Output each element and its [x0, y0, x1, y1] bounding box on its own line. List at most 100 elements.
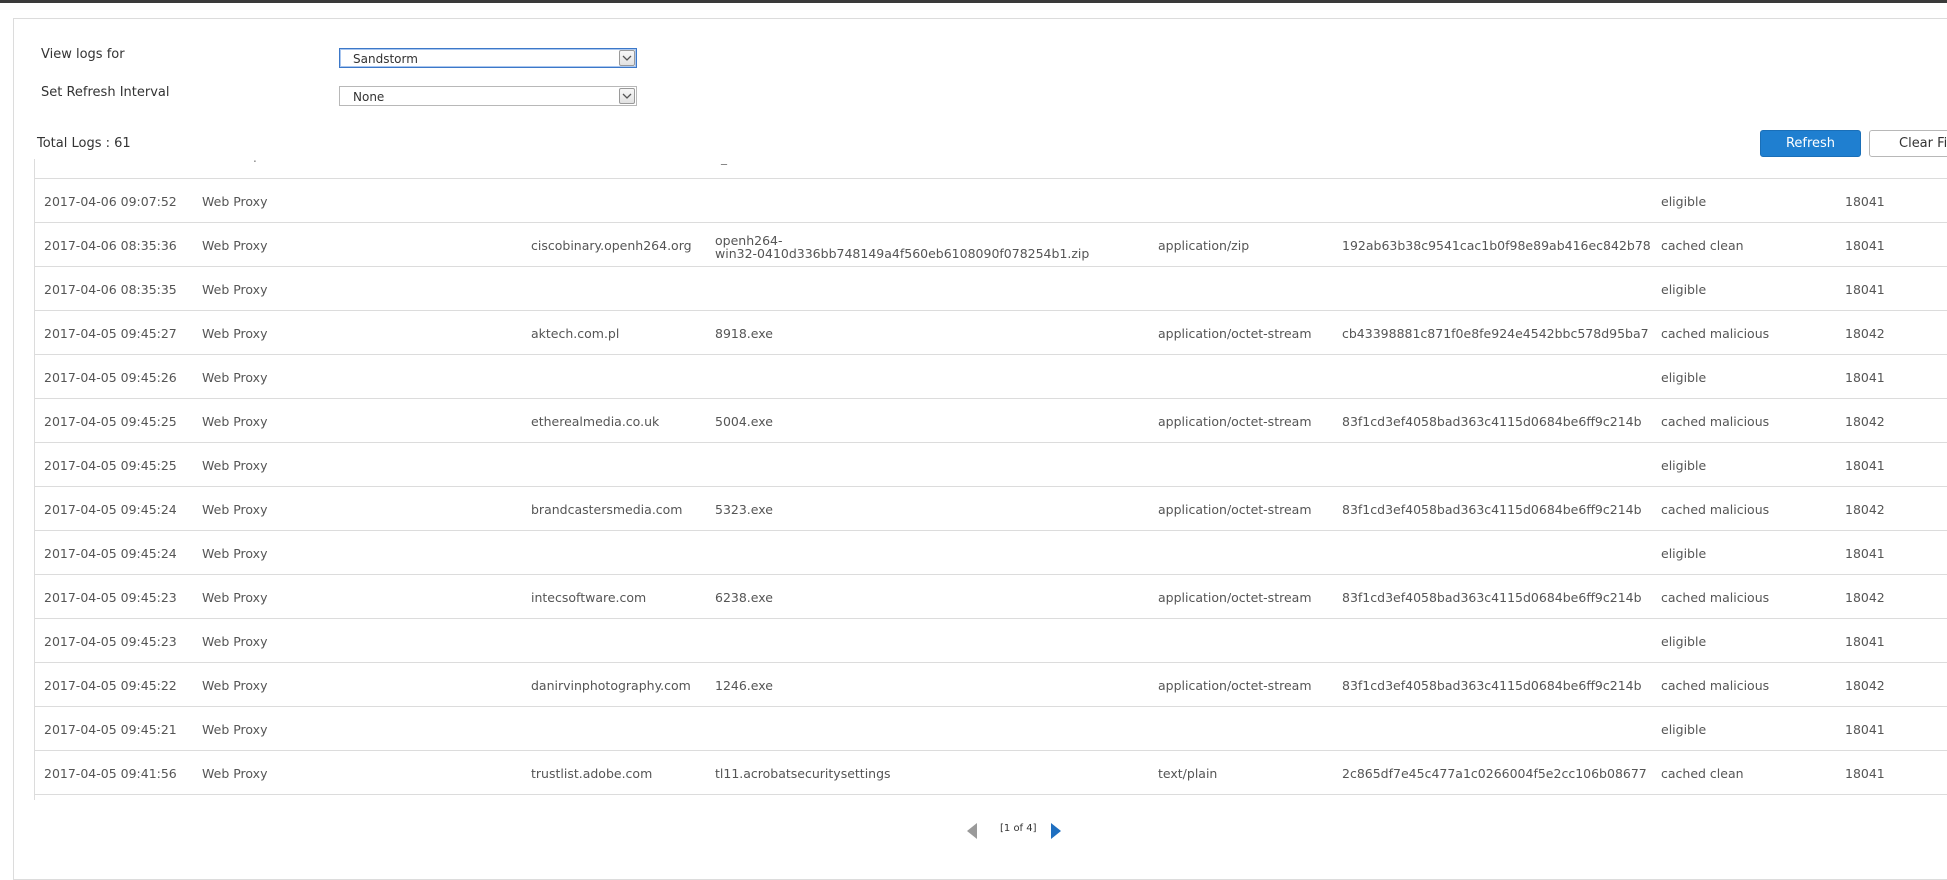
cell-module: Web Proxy [202, 722, 268, 737]
cell-id: 18042 [1845, 326, 1885, 341]
cell-time: 2017-04-05 09:45:21 [44, 722, 177, 737]
cell-hash: 83f1cd3ef4058bad363c4115d0684be6ff9c214b [1342, 502, 1642, 517]
cell-content-type: application/zip [1158, 238, 1250, 253]
cell-hash: cb43398881c871f0e8fe924e4542bbc578d95ba7 [1342, 326, 1649, 341]
cell-id: 18042 [1845, 414, 1885, 429]
cell-file: 5323.exe [715, 502, 773, 517]
cell-time: 2017-04-06 08:35:35 [44, 282, 177, 297]
table-row[interactable]: 2017-04-05 09:45:21 Web Proxy eligible 1804… [35, 707, 1947, 751]
table-row[interactable]: 2017-04-05 09:45:25 Web Proxy etherealmedi… [35, 399, 1947, 443]
cell-time: 2017-04-05 09:45:26 [44, 370, 177, 385]
refresh-interval-select[interactable]: None [339, 86, 637, 106]
view-logs-value: Sandstorm [353, 52, 418, 66]
chevron-down-icon[interactable] [619, 88, 635, 104]
cell-content-type: application/octet-stream [1158, 678, 1312, 693]
clear-filter-button[interactable]: Clear Filter [1869, 130, 1947, 157]
cell-id: 18041 [1845, 282, 1885, 297]
total-logs-count: Total Logs : 61 [37, 136, 131, 151]
cell-module: Web Proxy [202, 194, 268, 209]
table-row[interactable]: 2017-04-05 09:45:24 Web Proxy brandcasters… [35, 487, 1947, 531]
cell-id: 18041 [1845, 634, 1885, 649]
cell-status: eligible [1661, 546, 1707, 561]
cell-module: Web Proxy [202, 326, 268, 341]
cell-time: 2017-04-05 09:45:27 [44, 326, 177, 341]
cell-status: eligible [1661, 722, 1707, 737]
cell-status: eligible [1661, 370, 1707, 385]
cell-hash: 83f1cd3ef4058bad363c4115d0684be6ff9c214b [1342, 590, 1642, 605]
table-row[interactable]: 2017-04-06 09:07:52 Web Proxy eligible 1804… [35, 179, 1947, 223]
cell-id: 18041 [1845, 546, 1885, 561]
table-row[interactable]: 2017-04-05 09:45:23 Web Proxy eligible 1804… [35, 619, 1947, 663]
cell-domain: brandcastersmedia.com [531, 502, 683, 517]
cell-domain: danirvinphotography.com [531, 678, 691, 693]
chevron-down-icon[interactable] [619, 50, 635, 66]
cell-id: 18042 [1845, 502, 1885, 517]
cell-time: 2017-04-05 09:45:22 [44, 678, 177, 693]
table-row[interactable]: 2017-04-05 09:45:25 Web Proxy eligible 1804… [35, 443, 1947, 487]
cell-status: cached malicious [1661, 502, 1770, 517]
cell-content-type: application/octet-stream [1158, 326, 1312, 341]
table-row-partial: . _ [35, 159, 1947, 179]
cell-hash: 83f1cd3ef4058bad363c4115d0684be6ff9c214b [1342, 414, 1642, 429]
cell-module: Web Proxy [202, 502, 268, 517]
table-row[interactable]: 2017-04-06 08:35:36 Web Proxy ciscobinary.… [35, 223, 1947, 267]
logs-table[interactable]: . _ 2017-04-06 09:07:52 Web Proxy eligible… [34, 159, 1947, 800]
cell-status: cached malicious [1661, 414, 1770, 429]
table-row[interactable]: 2017-04-05 09:45:23 Web Proxy intecsoftwar… [35, 575, 1947, 619]
cell-time: 2017-04-05 09:41:56 [44, 766, 177, 781]
cell-file: 1246.exe [715, 678, 773, 693]
cell-time: 2017-04-05 09:45:24 [44, 546, 177, 561]
cell-file-cont: win32-0410d336bb748149a4f560eb6108090f07… [715, 246, 1090, 261]
next-page-icon[interactable] [1050, 822, 1062, 844]
cell-status: eligible [1661, 282, 1707, 297]
cell-status: eligible [1661, 634, 1707, 649]
cell-id: 18042 [1845, 590, 1885, 605]
cell-id: 18041 [1845, 370, 1885, 385]
cell-status: cached clean [1661, 766, 1744, 781]
cell-time: 2017-04-05 09:45:25 [44, 458, 177, 473]
cell-time: 2017-04-05 09:45:24 [44, 502, 177, 517]
table-row[interactable]: 2017-04-06 08:35:35 Web Proxy eligible 1804… [35, 267, 1947, 311]
prev-page-icon[interactable] [966, 822, 978, 844]
cell-module: Web Proxy [202, 546, 268, 561]
table-row[interactable]: 2017-04-05 09:45:22 Web Proxy danirvinphot… [35, 663, 1947, 707]
table-row[interactable]: 2017-04-05 09:45:27 Web Proxy aktech.com.p… [35, 311, 1947, 355]
cell-time: 2017-04-06 09:07:52 [44, 194, 177, 209]
cell-status: cached clean [1661, 238, 1744, 253]
cell-time: 2017-04-05 09:45:23 [44, 634, 177, 649]
cell-time: 2017-04-06 08:35:36 [44, 238, 177, 253]
cell-id: 18041 [1845, 722, 1885, 737]
cell-content-type: text/plain [1158, 766, 1218, 781]
cell-module: Web Proxy [202, 634, 268, 649]
view-logs-label: View logs for [41, 47, 125, 62]
top-bar [0, 0, 1947, 3]
cell-status: eligible [1661, 458, 1707, 473]
cell-module: Web Proxy [202, 766, 268, 781]
cell-id: 18041 [1845, 766, 1885, 781]
cell-module: Web Proxy [202, 282, 268, 297]
cell-status: cached malicious [1661, 678, 1770, 693]
cell-hash: 83f1cd3ef4058bad363c4115d0684be6ff9c214b [1342, 678, 1642, 693]
table-row[interactable]: 2017-04-05 09:41:56 Web Proxy trustlist.ad… [35, 751, 1947, 795]
cell-status: cached malicious [1661, 590, 1770, 605]
cell-id: 18041 [1845, 194, 1885, 209]
cell-id: 18041 [1845, 238, 1885, 253]
refresh-button[interactable]: Refresh [1760, 130, 1861, 157]
table-row[interactable]: 2017-04-05 09:45:26 Web Proxy eligible 1804… [35, 355, 1947, 399]
cell-module: Web Proxy [202, 370, 268, 385]
cell-time: 2017-04-05 09:45:23 [44, 590, 177, 605]
cell-file: 8918.exe [715, 326, 773, 341]
cell-domain: aktech.com.pl [531, 326, 620, 341]
cell-time: 2017-04-05 09:45:25 [44, 414, 177, 429]
table-row[interactable]: 2017-04-05 09:45:24 Web Proxy eligible 1804… [35, 531, 1947, 575]
cell-id: 18042 [1845, 678, 1885, 693]
cell-content-type: application/octet-stream [1158, 414, 1312, 429]
cell-file: 6238.exe [715, 590, 773, 605]
page-indicator: [1 of 4] [1000, 823, 1037, 834]
cell-domain: etherealmedia.co.uk [531, 414, 660, 429]
cell-domain: intecsoftware.com [531, 590, 647, 605]
view-logs-select[interactable]: Sandstorm [339, 48, 637, 68]
cell-module: Web Proxy [202, 458, 268, 473]
cell-file: 5004.exe [715, 414, 773, 429]
cell-domain: trustlist.adobe.com [531, 766, 653, 781]
